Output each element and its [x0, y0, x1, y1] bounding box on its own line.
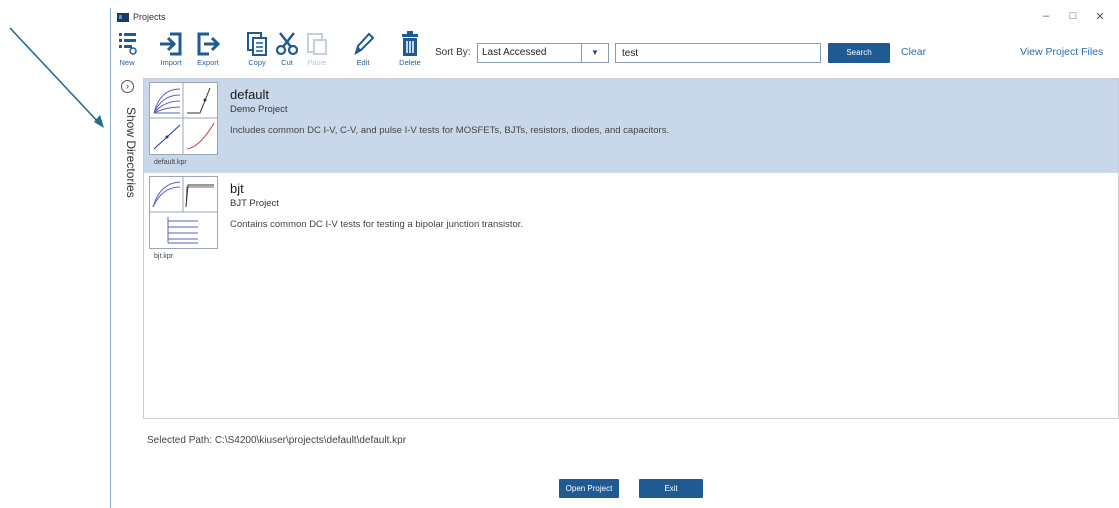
import-label: Import — [160, 58, 182, 67]
delete-label: Delete — [399, 58, 421, 67]
project-name: bjt — [230, 181, 244, 196]
new-label: New — [119, 58, 135, 67]
edit-label: Edit — [356, 58, 370, 67]
search-input[interactable] — [615, 43, 821, 63]
clear-link[interactable]: Clear — [901, 46, 926, 58]
close-icon[interactable]: ✕ — [1089, 10, 1111, 23]
toolbar: New Import Export Copy Cut Paste Edit De… — [111, 30, 1119, 72]
sort-by-value: Last Accessed — [482, 47, 547, 58]
show-directories-toggle[interactable]: › Show Directories — [119, 80, 141, 410]
project-type: BJT Project — [230, 198, 279, 209]
import-button[interactable]: Import — [154, 30, 188, 67]
sort-by-label: Sort By: — [435, 47, 471, 58]
show-directories-label: Show Directories — [124, 107, 138, 198]
list-item[interactable]: default.kpr default Demo Project Include… — [144, 79, 1118, 173]
edit-button[interactable]: Edit — [350, 30, 376, 67]
open-project-button[interactable]: Open Project — [559, 479, 619, 498]
annotation-arrow — [9, 27, 104, 128]
minimize-icon[interactable]: – — [1035, 10, 1057, 22]
copy-button[interactable]: Copy — [243, 30, 271, 67]
new-button[interactable]: New — [115, 30, 139, 67]
projects-window: Projects – □ ✕ New Import Export Copy Cu… — [110, 8, 1119, 508]
default-project-thumbnail — [150, 83, 217, 154]
copy-label: Copy — [248, 58, 266, 67]
maximize-icon[interactable]: □ — [1062, 10, 1084, 22]
copy-icon — [247, 32, 267, 56]
exit-button[interactable]: Exit — [639, 479, 703, 498]
title-bar: Projects – □ ✕ — [111, 8, 1119, 28]
paste-label: Paste — [307, 58, 327, 67]
selected-path: Selected Path: C:\S4200\kiuser\projects\… — [147, 435, 407, 446]
cut-button[interactable]: Cut — [275, 30, 299, 67]
import-icon — [160, 32, 182, 56]
project-thumbnail — [149, 176, 218, 249]
project-file-name: default.kpr — [154, 159, 187, 166]
export-label: Export — [197, 58, 219, 67]
export-icon — [197, 32, 221, 56]
search-button[interactable]: Search — [828, 43, 890, 63]
paste-icon — [307, 33, 327, 55]
project-list: default.kpr default Demo Project Include… — [143, 78, 1119, 419]
chevron-right-icon[interactable]: › — [121, 80, 134, 93]
pencil-icon — [354, 32, 375, 56]
paste-button[interactable]: Paste — [303, 30, 331, 67]
export-button[interactable]: Export — [191, 30, 225, 67]
chevron-down-icon[interactable]: ▼ — [581, 44, 608, 62]
trash-icon — [402, 31, 418, 56]
project-type: Demo Project — [230, 104, 288, 115]
bjt-project-thumbnail — [150, 177, 217, 244]
cut-label: Cut — [281, 58, 293, 67]
project-thumbnail — [149, 82, 218, 155]
cut-icon — [275, 32, 299, 56]
list-item[interactable]: bjt.kpr bjt BJT Project Contains common … — [144, 173, 1118, 267]
sort-by-select[interactable]: Last Accessed ▼ — [477, 43, 609, 63]
new-icon — [119, 33, 137, 55]
project-description: Includes common DC I-V, C-V, and pulse I… — [230, 125, 670, 136]
view-project-files-link[interactable]: View Project Files — [1020, 46, 1103, 58]
app-icon — [117, 13, 129, 22]
project-name: default — [230, 87, 270, 102]
project-description: Contains common DC I-V tests for testing… — [230, 219, 524, 230]
delete-button[interactable]: Delete — [395, 30, 425, 67]
project-file-name: bjt.kpr — [154, 253, 174, 260]
window-title: Projects — [133, 12, 166, 22]
